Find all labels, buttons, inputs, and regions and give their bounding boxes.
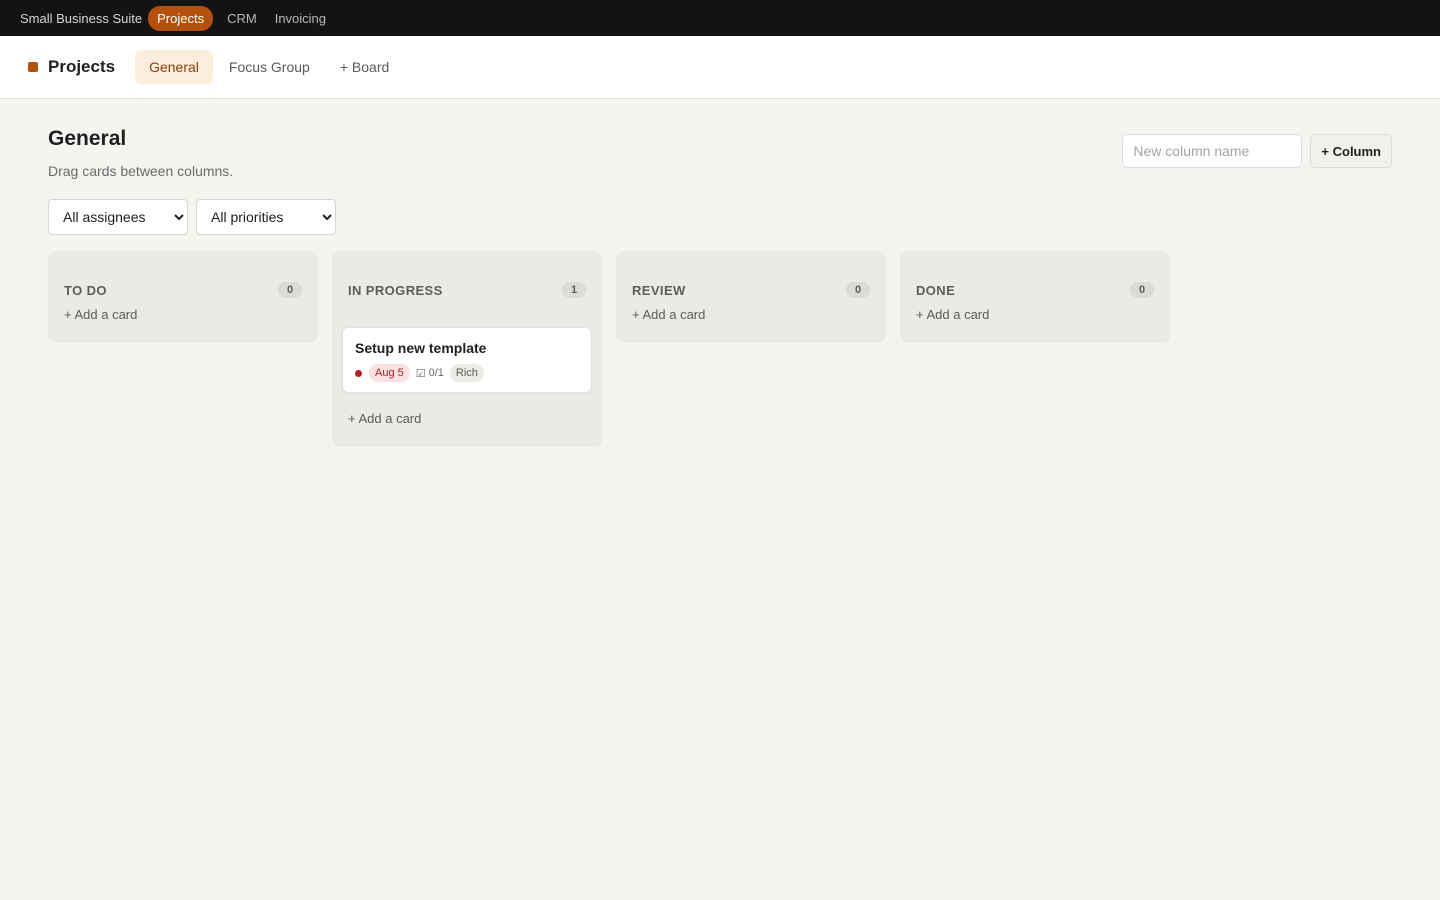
column-in-progress: IN PROGRESS 1 Setup new template Aug 5 ☑… <box>332 251 602 447</box>
page-heading-group: General Drag cards between columns. <box>48 127 233 179</box>
column-count-badge: 1 <box>562 282 586 298</box>
column-header: IN PROGRESS 1 <box>332 251 602 329</box>
app-header: Projects General Focus Group + Board <box>0 36 1440 99</box>
add-column-button[interactable]: + Column <box>1310 134 1392 168</box>
column-review: REVIEW 0 + Add a card <box>616 251 886 343</box>
column-count-badge: 0 <box>846 282 870 298</box>
page-subtitle: Drag cards between columns. <box>48 163 234 179</box>
tab-focus-group[interactable]: Focus Group <box>215 50 324 84</box>
checklist-count: 0/1 <box>428 367 444 379</box>
card-title: Setup new template <box>355 340 487 356</box>
checklist-icon: ☑ <box>415 367 426 380</box>
page-head: General Drag cards between columns. + Co… <box>48 99 1392 179</box>
add-card-button[interactable]: + Add a card <box>48 303 318 331</box>
suite-brand-link[interactable]: Small Business Suite <box>14 6 148 31</box>
column-title: DONE <box>916 282 956 298</box>
card-meta: Aug 5 ☑ 0/1 Rich <box>355 364 579 382</box>
app-title: Projects <box>48 57 116 76</box>
column-cards: Setup new template Aug 5 ☑ 0/1 Rich <box>332 327 602 393</box>
checklist-progress: ☑ 0/1 <box>416 367 444 380</box>
due-date-badge: Aug 5 <box>369 364 410 382</box>
app-logo-icon <box>28 62 38 72</box>
column-title: IN PROGRESS <box>348 282 443 298</box>
suite-nav-projects[interactable]: Projects <box>148 5 214 31</box>
main-content: General Drag cards between columns. + Co… <box>0 99 1440 447</box>
new-column-input[interactable] <box>1122 134 1303 168</box>
page-title: General <box>48 127 127 150</box>
column-title: REVIEW <box>632 282 686 298</box>
column-adder: + Column <box>1122 134 1392 168</box>
add-card-button[interactable]: + Add a card <box>900 303 1170 331</box>
column-title: TO DO <box>64 282 107 298</box>
add-card-button[interactable]: + Add a card <box>332 407 602 435</box>
add-card-button[interactable]: + Add a card <box>616 303 886 331</box>
column-done: DONE 0 + Add a card <box>900 251 1170 343</box>
suite-bar: Small Business Suite Projects CRM Invoic… <box>0 0 1440 36</box>
suite-nav-crm[interactable]: CRM <box>221 6 263 31</box>
add-board-button[interactable]: + Board <box>326 50 403 84</box>
task-card[interactable]: Setup new template Aug 5 ☑ 0/1 Rich <box>342 327 592 393</box>
suite-nav-invoicing[interactable]: Invoicing <box>269 6 332 31</box>
column-count-badge: 0 <box>1130 282 1154 298</box>
assignee-filter-select[interactable]: All assignees <box>48 199 188 235</box>
priority-filter-select[interactable]: All priorities <box>196 199 336 235</box>
column-todo: TO DO 0 + Add a card <box>48 251 318 343</box>
kanban-board: TO DO 0 + Add a card IN PROGRESS 1 Setup… <box>48 251 1392 447</box>
priority-dot-icon <box>355 369 362 377</box>
column-count-badge: 0 <box>278 282 302 298</box>
filters-bar: All assignees All priorities <box>48 199 1392 235</box>
tab-general[interactable]: General <box>135 50 213 84</box>
assignee-badge: Rich <box>449 364 484 382</box>
